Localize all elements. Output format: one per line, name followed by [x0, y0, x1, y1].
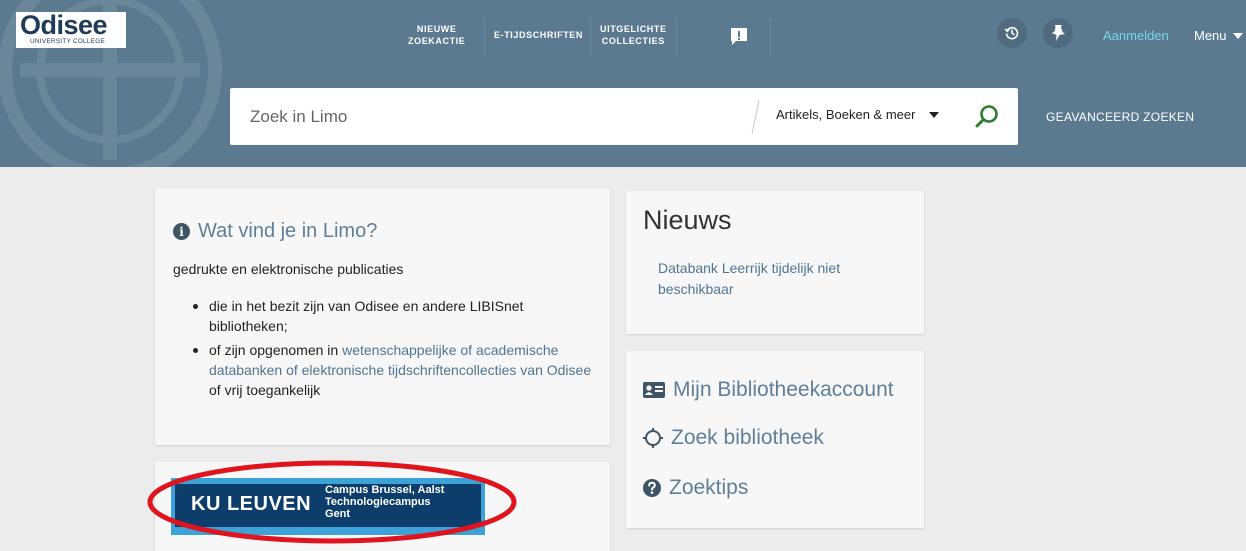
nav-new-search-line2: ZOEKACTIE: [408, 36, 466, 46]
nav-highlighted-collections[interactable]: UITGELICHTE COLLECTIES: [600, 23, 667, 47]
search-tips-link[interactable]: Zoektips: [642, 476, 748, 500]
search-bar: Artikels, Boeken & meer: [230, 88, 1018, 145]
nav-divider: [770, 18, 771, 56]
search-tips-label: Zoektips: [669, 476, 749, 499]
ku-campus-line3: Gent: [325, 508, 351, 520]
ku-leuven-banner[interactable]: KU LEUVEN Campus Brussel, Aalst Technolo…: [171, 478, 485, 535]
header-bar: Odisee UNIVERSITY COLLEGE NIEUWE ZOEKACT…: [0, 0, 1246, 167]
what-card-intro: gedrukte en elektronische publicaties: [173, 261, 404, 277]
what-in-limo-card: i Wat vind je in Limo? gedrukte en elekt…: [155, 189, 610, 445]
login-link[interactable]: Aanmelden: [1103, 28, 1169, 43]
nav-new-search[interactable]: NIEUWE ZOEKACTIE: [408, 23, 465, 47]
feedback-icon: [731, 28, 747, 45]
logo-wordmark: Odisee: [20, 10, 108, 40]
find-library-label: Zoek bibliotheek: [671, 426, 824, 449]
ku-campus-line2: Technologiecampus: [325, 496, 431, 508]
list-item: die in het bezit zijn van Odisee en ande…: [191, 296, 601, 336]
menu-label: Menu: [1194, 28, 1227, 43]
nav-e-journals[interactable]: E-TIJDSCHRIFTEN: [494, 29, 583, 41]
news-card: Nieuws Databank Leerrijk tijdelijk niet …: [626, 191, 924, 334]
my-library-account-link[interactable]: Mijn Bibliotheekaccount: [642, 378, 894, 402]
find-library-link[interactable]: Zoek bibliotheek: [642, 426, 824, 450]
what-card-list: die in het bezit zijn van Odisee en ande…: [191, 296, 601, 404]
search-scope-value: Artikels, Boeken & meer: [776, 107, 916, 122]
search-scope-select[interactable]: Artikels, Boeken & meer: [776, 107, 940, 122]
search-history-button[interactable]: [997, 18, 1027, 48]
nav-divider: [590, 18, 591, 56]
nav-highlighted-line1: UITGELICHTE: [600, 24, 667, 34]
caret-down-icon: [1232, 32, 1243, 39]
what-card-title: Wat vind je in Limo?: [198, 220, 378, 242]
nav-new-search-line1: NIEUWE: [416, 24, 457, 34]
list-item: of zijn opgenomen in wetenschappelijke o…: [191, 340, 601, 400]
help-icon: [643, 479, 661, 497]
nav-divider: [676, 18, 677, 56]
my-library-account-label: Mijn Bibliotheekaccount: [673, 378, 894, 401]
ku-campus-text: Campus Brussel, Aalst Technologiecampus …: [325, 484, 483, 520]
ku-campus-line1: Campus Brussel, Aalst: [325, 484, 445, 496]
scope-divider: [751, 100, 760, 134]
ku-leuven-banner-inner: KU LEUVEN Campus Brussel, Aalst Technolo…: [175, 484, 481, 527]
history-icon: [1004, 26, 1019, 40]
crosshair-icon: [643, 428, 663, 448]
search-input[interactable]: [250, 88, 750, 145]
main-menu-button[interactable]: Menu: [1194, 28, 1243, 43]
ku-leuven-card: KU LEUVEN Campus Brussel, Aalst Technolo…: [155, 462, 610, 551]
info-icon: i: [173, 223, 190, 240]
caret-down-icon: [929, 111, 940, 118]
news-item-link[interactable]: Databank Leerrijk tijdelijk niet beschik…: [658, 258, 898, 300]
brand-logo[interactable]: Odisee UNIVERSITY COLLEGE: [16, 12, 126, 48]
search-button[interactable]: [972, 102, 1002, 132]
quick-links-card: Mijn Bibliotheekaccount Zoek bibliotheek…: [626, 351, 924, 528]
bullet-suffix: of vrij toegankelijk: [209, 382, 321, 398]
feedback-button[interactable]: [720, 22, 758, 50]
advanced-search-link[interactable]: GEAVANCEERD ZOEKEN: [1046, 110, 1194, 124]
what-card-heading: i Wat vind je in Limo?: [173, 220, 377, 243]
nav-divider: [484, 18, 485, 56]
bullet-prefix: of zijn opgenomen in: [209, 342, 343, 358]
nav-highlighted-line2: COLLECTIES: [601, 36, 665, 46]
search-icon: [975, 105, 998, 128]
news-title: Nieuws: [643, 205, 732, 235]
ku-leuven-name: KU LEUVEN: [191, 493, 312, 515]
pin-icon: [1052, 25, 1065, 41]
pinned-items-button[interactable]: [1043, 18, 1073, 48]
id-card-icon: [643, 382, 665, 398]
